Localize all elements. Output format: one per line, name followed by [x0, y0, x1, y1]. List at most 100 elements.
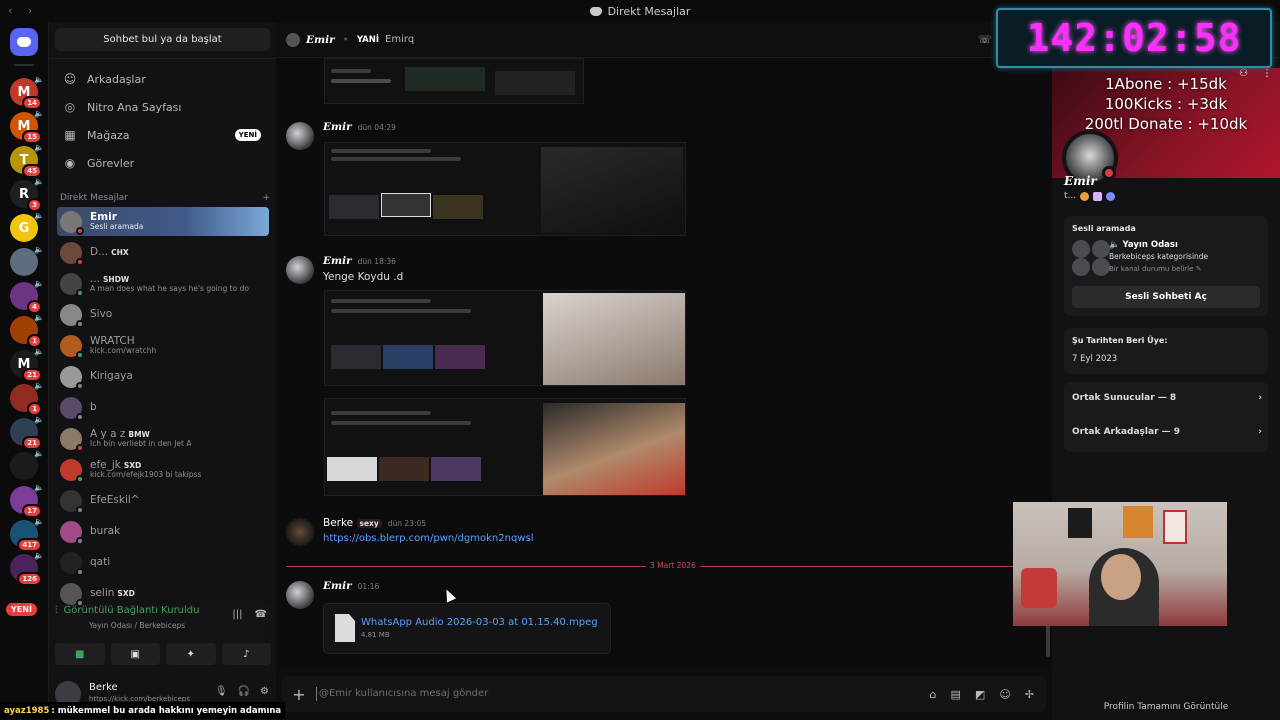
- mutual-servers-row[interactable]: Ortak Sunucular — 8 ›: [1072, 393, 1262, 403]
- noise-suppression-icon[interactable]: |||: [232, 609, 242, 620]
- server-icon[interactable]: G 🔈: [10, 211, 44, 242]
- dm-item[interactable]: selin SXD: [57, 579, 269, 608]
- headphones-icon[interactable]: 🎧: [238, 686, 250, 697]
- join-voice-button[interactable]: Sesli Sohbeti Aç: [1072, 286, 1260, 308]
- server-icon[interactable]: T 🔈 45: [10, 143, 44, 178]
- disconnect-icon[interactable]: ☎: [255, 609, 267, 620]
- message-image[interactable]: [324, 142, 686, 236]
- search-input[interactable]: Sohbet bul ya da başlat: [55, 28, 270, 51]
- dm-item[interactable]: b: [57, 393, 269, 422]
- set-channel-status[interactable]: Bir kanal durumu belirle ✎: [1109, 265, 1202, 273]
- home-button[interactable]: [10, 28, 38, 56]
- attach-plus-icon[interactable]: +: [282, 685, 316, 704]
- server-icon[interactable]: 🔈: [10, 245, 44, 276]
- soundboard-button[interactable]: ♪: [221, 643, 271, 665]
- dm-section-header: Direkt Mesajlar +: [60, 193, 270, 203]
- dm-item[interactable]: EfeEskil^: [57, 486, 269, 515]
- speaker-icon: 🔈: [34, 75, 44, 84]
- dm-item[interactable]: Sivo: [57, 300, 269, 329]
- server-icon[interactable]: 🔈 4: [10, 279, 44, 314]
- gift-icon[interactable]: ⌂: [930, 688, 937, 701]
- dm-item[interactable]: Kirigaya: [57, 362, 269, 391]
- add-friend-icon[interactable]: ⚇: [1239, 68, 1248, 79]
- server-icon[interactable]: 🔈 417: [10, 517, 44, 552]
- voice-subtitle[interactable]: Yayın Odası / Berkebiceps: [89, 621, 185, 630]
- server-icon[interactable]: 🔈: [10, 449, 44, 480]
- mention-badge: 45: [22, 164, 42, 178]
- server-icon[interactable]: 🔈 21: [10, 415, 44, 450]
- file-name[interactable]: WhatsApp Audio 2026-03-03 at 01.15.40.mp…: [361, 617, 598, 628]
- file-size: 4.81 MB: [361, 631, 390, 639]
- message-image[interactable]: [324, 290, 686, 386]
- author-avatar[interactable]: [286, 581, 314, 609]
- presence-status-icon: [76, 443, 84, 452]
- voice-channel-name[interactable]: 🔈 Yayın Odası: [1109, 240, 1178, 250]
- phone-call-icon[interactable]: ☏: [978, 33, 992, 46]
- author-avatar[interactable]: [286, 518, 314, 546]
- nav-item-label: Arkadaşlar: [87, 72, 146, 86]
- dm-item[interactable]: efe_jk SXD kick.com/efejk1903 bi takipss: [57, 455, 269, 484]
- dm-name: Kirigaya: [90, 370, 133, 383]
- server-icon[interactable]: M 🔈 21: [10, 347, 44, 382]
- nav-item-nitro[interactable]: ◎ Nitro Ana Sayfası: [57, 94, 269, 120]
- user-name[interactable]: Berke: [89, 682, 118, 693]
- activities-button[interactable]: ✦: [166, 643, 216, 665]
- add-dm-button[interactable]: +: [262, 193, 270, 203]
- message-input[interactable]: @Emir kullanıcısına mesaj gönder: [316, 687, 930, 701]
- boost-badge-icon[interactable]: [1106, 191, 1116, 201]
- emoji-icon[interactable]: ☺: [999, 688, 1010, 701]
- dm-item[interactable]: qati: [57, 548, 269, 577]
- message-image[interactable]: [324, 58, 584, 104]
- mention-badge: 21: [22, 368, 42, 382]
- author-avatar[interactable]: [286, 122, 314, 150]
- mention-badge: 17: [22, 504, 42, 518]
- message-author[interactable]: Emir dün 18:36: [323, 255, 396, 267]
- screen-share-button[interactable]: ▣: [110, 643, 160, 665]
- message-author[interactable]: Emir dün 04:29: [323, 121, 396, 133]
- view-full-profile-link[interactable]: Profilin Tamamını Görüntüle: [1052, 702, 1280, 712]
- history-nav[interactable]: ‹ ›: [8, 4, 38, 17]
- message-link[interactable]: https://obs.blerp.com/pwn/dgmokn2nqwsl: [323, 533, 533, 544]
- nav-item-shop[interactable]: ▦ Mağaza YENİ: [57, 122, 269, 148]
- camera-button[interactable]: ■: [55, 643, 105, 665]
- apps-icon[interactable]: ✢: [1025, 688, 1034, 701]
- gif-icon[interactable]: ▤: [951, 688, 961, 701]
- dm-sidebar: Sohbet bul ya da başlat ☺ Arkadaşlar ◎ N…: [48, 22, 277, 720]
- server-icon[interactable]: R 🔈 3: [10, 177, 44, 212]
- speaker-icon: 🔈: [34, 483, 44, 492]
- profile-name: Emir: [1064, 174, 1097, 188]
- server-icon[interactable]: 🔈 1: [10, 313, 44, 348]
- microphone-icon[interactable]: 🎙: [215, 686, 228, 697]
- nav-item-friends[interactable]: ☺ Arkadaşlar: [57, 66, 269, 92]
- chat-scrollbar[interactable]: [1046, 625, 1050, 657]
- dm-item[interactable]: D... CHX: [57, 238, 269, 267]
- dm-avatar: [60, 582, 84, 607]
- server-icon[interactable]: M 🔈 14: [10, 75, 44, 110]
- dm-name: selin SXD: [90, 587, 135, 600]
- server-icon[interactable]: 🔈 126: [10, 551, 44, 586]
- dm-avatar: [60, 241, 84, 266]
- message-image[interactable]: [324, 398, 686, 496]
- voice-title[interactable]: Görüntülü Bağlantı Kuruldu: [64, 605, 200, 616]
- server-icon[interactable]: 🔈 1: [10, 381, 44, 416]
- message-author[interactable]: Berke sexy dün 23:05: [323, 517, 426, 529]
- dm-item[interactable]: ... SHDW A man does what he says he's goin…: [57, 269, 269, 298]
- dm-item[interactable]: Emir Sesli aramada: [57, 207, 269, 236]
- badge-icon[interactable]: [1080, 191, 1090, 201]
- author-avatar[interactable]: [286, 256, 314, 284]
- mention-badge: 21: [22, 436, 42, 450]
- server-icon[interactable]: 🔈 17: [10, 483, 44, 518]
- dm-item[interactable]: WRATCH kick.com/wratchh: [57, 331, 269, 360]
- header-name[interactable]: Emir: [306, 34, 335, 46]
- file-attachment[interactable]: WhatsApp Audio 2026-03-03 at 01.15.40.mp…: [323, 603, 611, 654]
- sticker-icon[interactable]: ◩: [975, 688, 985, 701]
- settings-gear-icon[interactable]: ⚙: [260, 686, 269, 697]
- server-icon[interactable]: M 🔈 15: [10, 109, 44, 144]
- mutual-friends-row[interactable]: Ortak Arkadaşlar — 9 ›: [1072, 427, 1262, 437]
- message-author[interactable]: Emir 01:16: [323, 580, 379, 592]
- dm-item[interactable]: A y a z BMW Ich bin verliebt in den Jet A: [57, 424, 269, 453]
- more-options-icon[interactable]: ⋮: [1262, 68, 1272, 79]
- nitro-badge-icon[interactable]: [1093, 191, 1103, 201]
- dm-item[interactable]: burak: [57, 517, 269, 546]
- nav-item-quests[interactable]: ◉ Görevler: [57, 150, 269, 176]
